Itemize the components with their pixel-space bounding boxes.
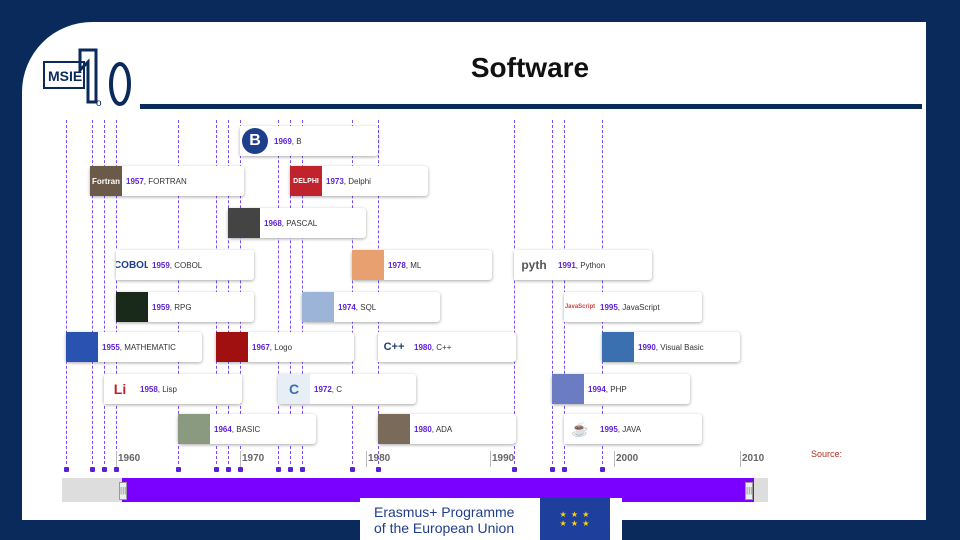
timeline-card[interactable]: 1955, MATHEMATIC (66, 332, 202, 362)
event-marker[interactable] (288, 467, 293, 472)
event-marker[interactable] (114, 467, 119, 472)
timeline-card[interactable]: DELPHI 1973, Delphi (290, 166, 428, 196)
timeline-card[interactable]: C 1972, C (278, 374, 416, 404)
event-marker[interactable] (376, 467, 381, 472)
event-marker[interactable] (562, 467, 567, 472)
erasmus-line-2: of the European Union (374, 520, 515, 536)
basic-noise-icon (178, 414, 210, 444)
right-border (926, 22, 934, 520)
fortran-book-icon: Fortran (90, 166, 122, 196)
timeline-widget[interactable]: B 1969, B Fortran 1957, FORTRAN DELPHI 1… (62, 120, 768, 502)
event-marker[interactable] (300, 467, 305, 472)
timeline-card[interactable]: 1968, PASCAL (228, 208, 366, 238)
logo-red-disc-icon (216, 332, 248, 362)
title-underline (140, 104, 922, 109)
timeline-card[interactable]: 1990, Visual Basic (602, 332, 740, 362)
navigator-left-handle[interactable]: ||| (119, 482, 127, 500)
python-logo-icon: pyth (514, 250, 554, 280)
timeline-card[interactable]: Fortran 1957, FORTRAN (90, 166, 244, 196)
ml-image-icon (352, 250, 384, 280)
event-marker[interactable] (600, 467, 605, 472)
b-language-icon: B (240, 126, 270, 156)
event-marker[interactable] (350, 467, 355, 472)
timeline-card[interactable]: C++ 1980, C++ (378, 332, 516, 362)
timeline-card[interactable]: Li 1958, Lisp (104, 374, 242, 404)
timeline-card[interactable]: 1967, Logo (216, 332, 354, 362)
event-marker[interactable] (214, 467, 219, 472)
timeline-card[interactable]: 1980, ADA (378, 414, 516, 444)
ada-portrait-icon (378, 414, 410, 444)
cobol-logo-icon: COBOL (116, 250, 148, 280)
timeline-card[interactable]: 1978, ML (352, 250, 492, 280)
visual-basic-box-icon (602, 332, 634, 362)
erasmus-footer: Erasmus+ Programme of the European Union… (360, 498, 622, 540)
sql-window-icon (302, 292, 334, 322)
source-label: Source: (811, 449, 843, 459)
event-marker[interactable] (512, 467, 517, 472)
timeline-card[interactable]: 1964, BASIC (178, 414, 316, 444)
timeline-card[interactable]: JavaScript 1995, JavaScript (564, 292, 702, 322)
php-elephant-icon (552, 374, 584, 404)
event-marker[interactable] (550, 467, 555, 472)
axis-label: 1960 (118, 453, 141, 464)
slide-title: Software (470, 52, 590, 83)
event-marker[interactable] (64, 467, 69, 472)
timeline-card[interactable]: pyth 1991, Python (514, 250, 652, 280)
event-marker[interactable] (90, 467, 95, 472)
svg-text:MSIE: MSIE (48, 68, 82, 84)
cpp-logo-icon: C++ (378, 332, 410, 362)
timeline-card[interactable]: 1994, PHP (552, 374, 690, 404)
axis-label: 2010 (742, 453, 765, 464)
axis-label: 1970 (242, 453, 265, 464)
axis-label: 1980 (368, 453, 391, 464)
axis-label: 1990 (492, 453, 515, 464)
lisp-logo-icon: Li (104, 374, 136, 404)
javascript-logo-icon: JavaScript (564, 292, 596, 322)
java-cup-icon: ☕ (564, 414, 596, 444)
event-marker[interactable] (226, 467, 231, 472)
msie-logo: MSIE o (43, 48, 131, 109)
eu-flag-icon: ★ ★ ★ ★ ★ ★ (540, 498, 610, 540)
delphi-logo-icon: DELPHI (290, 166, 322, 196)
event-marker[interactable] (276, 467, 281, 472)
svg-text:o: o (96, 98, 102, 109)
pascal-portrait-icon (228, 208, 260, 238)
event-marker[interactable] (238, 467, 243, 472)
event-marker[interactable] (176, 467, 181, 472)
mathematic-screen-icon (66, 332, 98, 362)
axis-label: 2000 (616, 453, 639, 464)
navigator-right-handle[interactable]: ||| (745, 482, 753, 500)
event-marker[interactable] (102, 467, 107, 472)
timeline-card[interactable]: B 1969, B (240, 126, 378, 156)
rpg-code-icon (116, 292, 148, 322)
timeline-card[interactable]: 1959, RPG (116, 292, 254, 322)
c-book-icon: C (278, 374, 310, 404)
timeline-card[interactable]: ☕ 1995, JAVA (564, 414, 702, 444)
timeline-card[interactable]: 1974, SQL (302, 292, 440, 322)
erasmus-line-1: Erasmus+ Programme (374, 504, 515, 520)
timeline-card[interactable]: COBOL 1959, COBOL (116, 250, 254, 280)
